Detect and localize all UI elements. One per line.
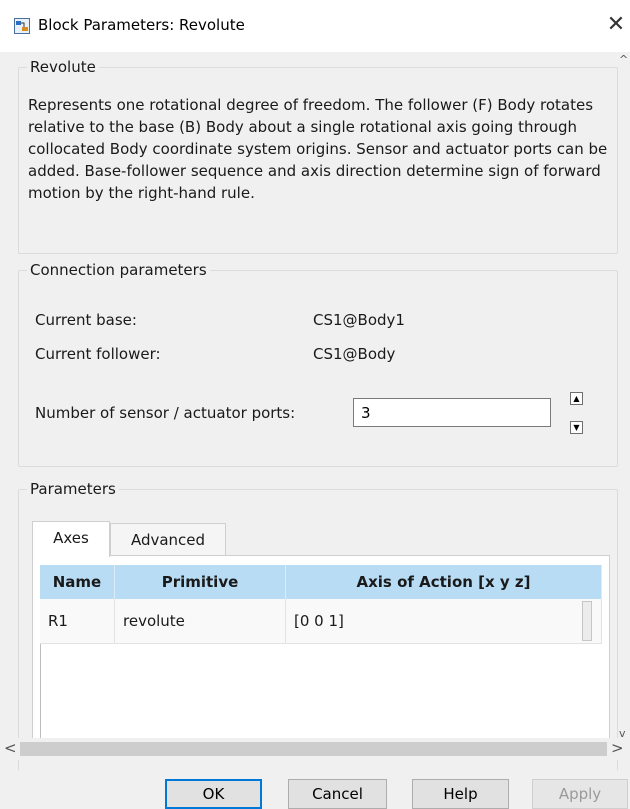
cell-primitive[interactable]: revolute: [114, 599, 286, 644]
ports-input[interactable]: [353, 398, 551, 427]
spin-down-button[interactable]: ▼: [570, 421, 583, 434]
cell-axis[interactable]: [0 0 1]: [285, 599, 602, 644]
column-header-name[interactable]: Name: [40, 565, 115, 599]
current-follower-label: Current follower:: [35, 345, 161, 363]
tab-axes[interactable]: Axes: [32, 521, 110, 557]
title-bar: Block Parameters: Revolute ✕: [0, 0, 630, 52]
cell-name[interactable]: R1: [40, 599, 115, 644]
ok-button[interactable]: OK: [165, 779, 262, 809]
window-title: Block Parameters: Revolute: [38, 16, 245, 34]
spin-up-button[interactable]: ▲: [570, 392, 583, 405]
table-header-row: Name Primitive Axis of Action [x y z]: [40, 565, 602, 599]
current-base-label: Current base:: [35, 311, 137, 329]
connection-parameters-legend: Connection parameters: [30, 261, 207, 279]
scroll-left-arrow-icon[interactable]: <: [4, 741, 17, 756]
horizontal-scroll-thumb[interactable]: [20, 742, 607, 756]
scroll-right-arrow-icon[interactable]: >: [611, 741, 624, 756]
block-description: Represents one rotational degree of free…: [28, 96, 608, 202]
help-button[interactable]: Help: [412, 779, 509, 809]
vertical-scrollbar[interactable]: ^ v: [619, 52, 630, 742]
ports-label: Number of sensor / actuator ports:: [35, 404, 296, 422]
current-base-value: CS1@Body1: [313, 311, 405, 329]
parameters-legend: Parameters: [30, 480, 116, 498]
simulink-block-icon: [14, 18, 30, 34]
revolute-legend: Revolute: [30, 58, 96, 76]
cell-scroll-handle[interactable]: [582, 601, 592, 641]
tab-advanced[interactable]: Advanced: [110, 523, 226, 557]
cancel-button[interactable]: Cancel: [288, 779, 387, 809]
table-row[interactable]: R1 revolute [0 0 1]: [40, 599, 602, 644]
close-icon[interactable]: ✕: [604, 12, 628, 38]
connection-parameters-group: Connection parameters: [18, 261, 618, 467]
axes-table: Name Primitive Axis of Action [x y z] R1…: [40, 565, 602, 644]
column-header-primitive[interactable]: Primitive: [114, 565, 286, 599]
scroll-up-arrow-icon[interactable]: ^: [619, 52, 628, 67]
column-header-axis[interactable]: Axis of Action [x y z]: [285, 565, 602, 599]
current-follower-value: CS1@Body: [313, 345, 396, 363]
horizontal-scrollbar[interactable]: < >: [0, 738, 630, 760]
apply-button[interactable]: Apply: [532, 779, 628, 809]
